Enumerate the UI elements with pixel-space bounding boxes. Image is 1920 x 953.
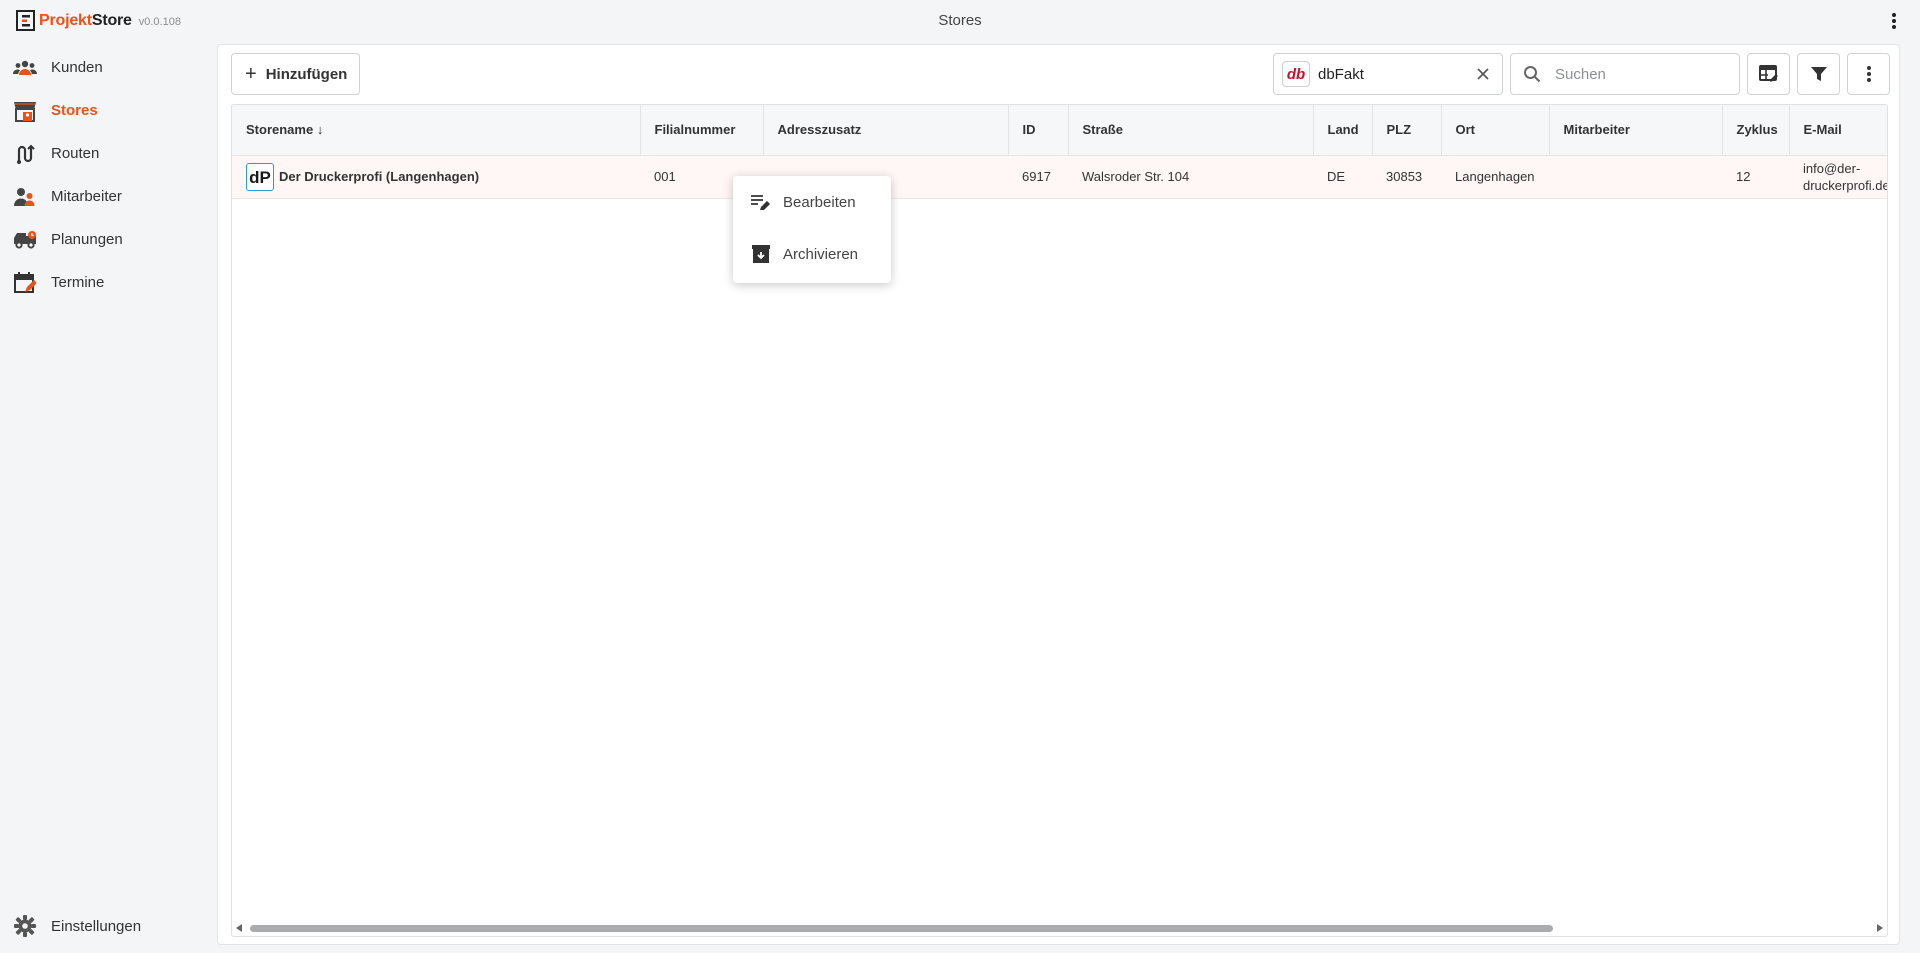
store-logo: dP xyxy=(246,162,274,191)
sort-desc-icon: ↓ xyxy=(316,122,324,138)
sidebar-item-label: Mitarbeiter xyxy=(51,188,122,205)
horizontal-scrollbar[interactable] xyxy=(232,920,1887,936)
scroll-left-icon[interactable] xyxy=(236,924,243,932)
sidebar-item-routen[interactable]: Routen xyxy=(0,132,216,175)
sidebar-item-label: Termine xyxy=(51,274,105,291)
sidebar-item-label: Planungen xyxy=(51,231,123,248)
menu-item-bearbeiten[interactable]: Bearbeiten xyxy=(733,176,891,228)
stores-panel: + Hinzufügen db dbFakt Storename ↓ xyxy=(217,44,1900,945)
store-name: Der Druckerprofi (Langenhagen) xyxy=(279,169,480,184)
scroll-right-icon[interactable] xyxy=(1876,924,1883,932)
more-vertical-icon xyxy=(1892,13,1896,29)
email-line-2: druckerprofi.de xyxy=(1803,177,1888,193)
cell-plz: 30853 xyxy=(1372,155,1441,199)
route-icon xyxy=(13,142,37,166)
cell-mitarbeiter xyxy=(1549,155,1722,199)
sidebar-item-einstellungen[interactable]: Einstellungen xyxy=(0,911,216,941)
store-icon xyxy=(13,99,37,123)
column-header-ort[interactable]: Ort xyxy=(1441,105,1550,156)
column-settings-button[interactable] xyxy=(1747,53,1790,95)
sidebar-item-mitarbeiter[interactable]: Mitarbeiter xyxy=(0,175,216,218)
menu-item-label: Bearbeiten xyxy=(783,193,856,211)
sidebar-item-label: Kunden xyxy=(51,59,103,76)
column-header-strasse[interactable]: Straße xyxy=(1068,105,1314,156)
search-icon xyxy=(1524,66,1541,83)
sidebar-item-stores[interactable]: Stores xyxy=(0,89,216,132)
cell-zyklus: 12 xyxy=(1722,155,1789,199)
edit-list-icon xyxy=(751,192,771,212)
sidebar-item-termine[interactable]: Termine xyxy=(0,261,216,304)
filter-button[interactable] xyxy=(1797,53,1840,95)
search-input[interactable] xyxy=(1553,64,1723,84)
planning-truck-icon xyxy=(13,228,37,252)
table-header-row: Storename ↓ Filialnummer Adresszusatz ID… xyxy=(232,105,1887,156)
column-header-id[interactable]: ID xyxy=(1008,105,1069,156)
sidebar-item-kunden[interactable]: Kunden xyxy=(0,46,216,89)
table-edit-icon xyxy=(1758,65,1778,82)
app-menu-button[interactable] xyxy=(1884,11,1904,31)
column-header-adresszusatz[interactable]: Adresszusatz xyxy=(763,105,1009,156)
plus-icon: + xyxy=(245,63,257,85)
top-bar: ProjektStore v0.0.108 Stores xyxy=(0,0,1920,42)
gear-icon xyxy=(13,914,37,938)
column-header-filialnummer[interactable]: Filialnummer xyxy=(640,105,764,156)
employees-icon xyxy=(13,185,37,209)
add-button-label: Hinzufügen xyxy=(265,65,348,83)
more-vertical-icon xyxy=(1866,66,1871,82)
settings-label: Einstellungen xyxy=(51,917,142,935)
filter-icon xyxy=(1810,67,1827,81)
column-header-storename[interactable]: Storename ↓ xyxy=(232,105,641,156)
clear-filter-icon[interactable] xyxy=(1474,65,1492,83)
cell-land: DE xyxy=(1313,155,1372,199)
svg-text:dP: dP xyxy=(249,168,271,187)
cell-email: info@der-druckerprofi.de xyxy=(1789,155,1888,199)
column-header-email[interactable]: E-Mail xyxy=(1789,105,1887,156)
cell-id: 6917 xyxy=(1008,155,1068,199)
svg-text:db: db xyxy=(1287,66,1305,82)
customer-filter-chip[interactable]: db dbFakt xyxy=(1273,53,1503,95)
table-row[interactable]: dP Der Druckerprofi (Langenhagen) 001 69… xyxy=(232,155,1888,199)
scrollbar-thumb[interactable] xyxy=(250,925,1553,932)
menu-item-label: Archivieren xyxy=(783,245,859,263)
sidebar-item-label: Routen xyxy=(51,145,100,162)
filter-chip-label: dbFakt xyxy=(1318,65,1364,83)
stores-table: Storename ↓ Filialnummer Adresszusatz ID… xyxy=(231,104,1888,937)
column-header-mitarbeiter[interactable]: Mitarbeiter xyxy=(1549,105,1723,156)
add-store-button[interactable]: + Hinzufügen xyxy=(231,53,360,95)
column-header-plz[interactable]: PLZ xyxy=(1372,105,1442,156)
cell-strasse: Walsroder Str. 104 xyxy=(1068,155,1313,199)
search-box xyxy=(1510,53,1740,95)
email-line-1: info@der- xyxy=(1803,160,1861,176)
page-title: Stores xyxy=(938,12,982,29)
row-context-menu: Bearbeiten Archivieren xyxy=(733,176,891,283)
customers-icon xyxy=(13,56,37,80)
archive-icon xyxy=(751,244,771,264)
calendar-icon xyxy=(13,271,37,295)
cell-ort: Langenhagen xyxy=(1441,155,1549,199)
dbfakt-logo-icon: db xyxy=(1282,61,1310,87)
column-header-zyklus[interactable]: Zyklus xyxy=(1722,105,1790,156)
menu-item-archivieren[interactable]: Archivieren xyxy=(733,228,891,280)
more-options-button[interactable] xyxy=(1847,53,1890,95)
column-header-land[interactable]: Land xyxy=(1313,105,1373,156)
sidebar: Kunden Stores Routen Mitarbeiter Planung… xyxy=(0,46,216,304)
sidebar-item-label: Stores xyxy=(51,102,98,119)
cell-storename: dP Der Druckerprofi (Langenhagen) xyxy=(232,155,640,199)
sidebar-item-planungen[interactable]: Planungen xyxy=(0,218,216,261)
